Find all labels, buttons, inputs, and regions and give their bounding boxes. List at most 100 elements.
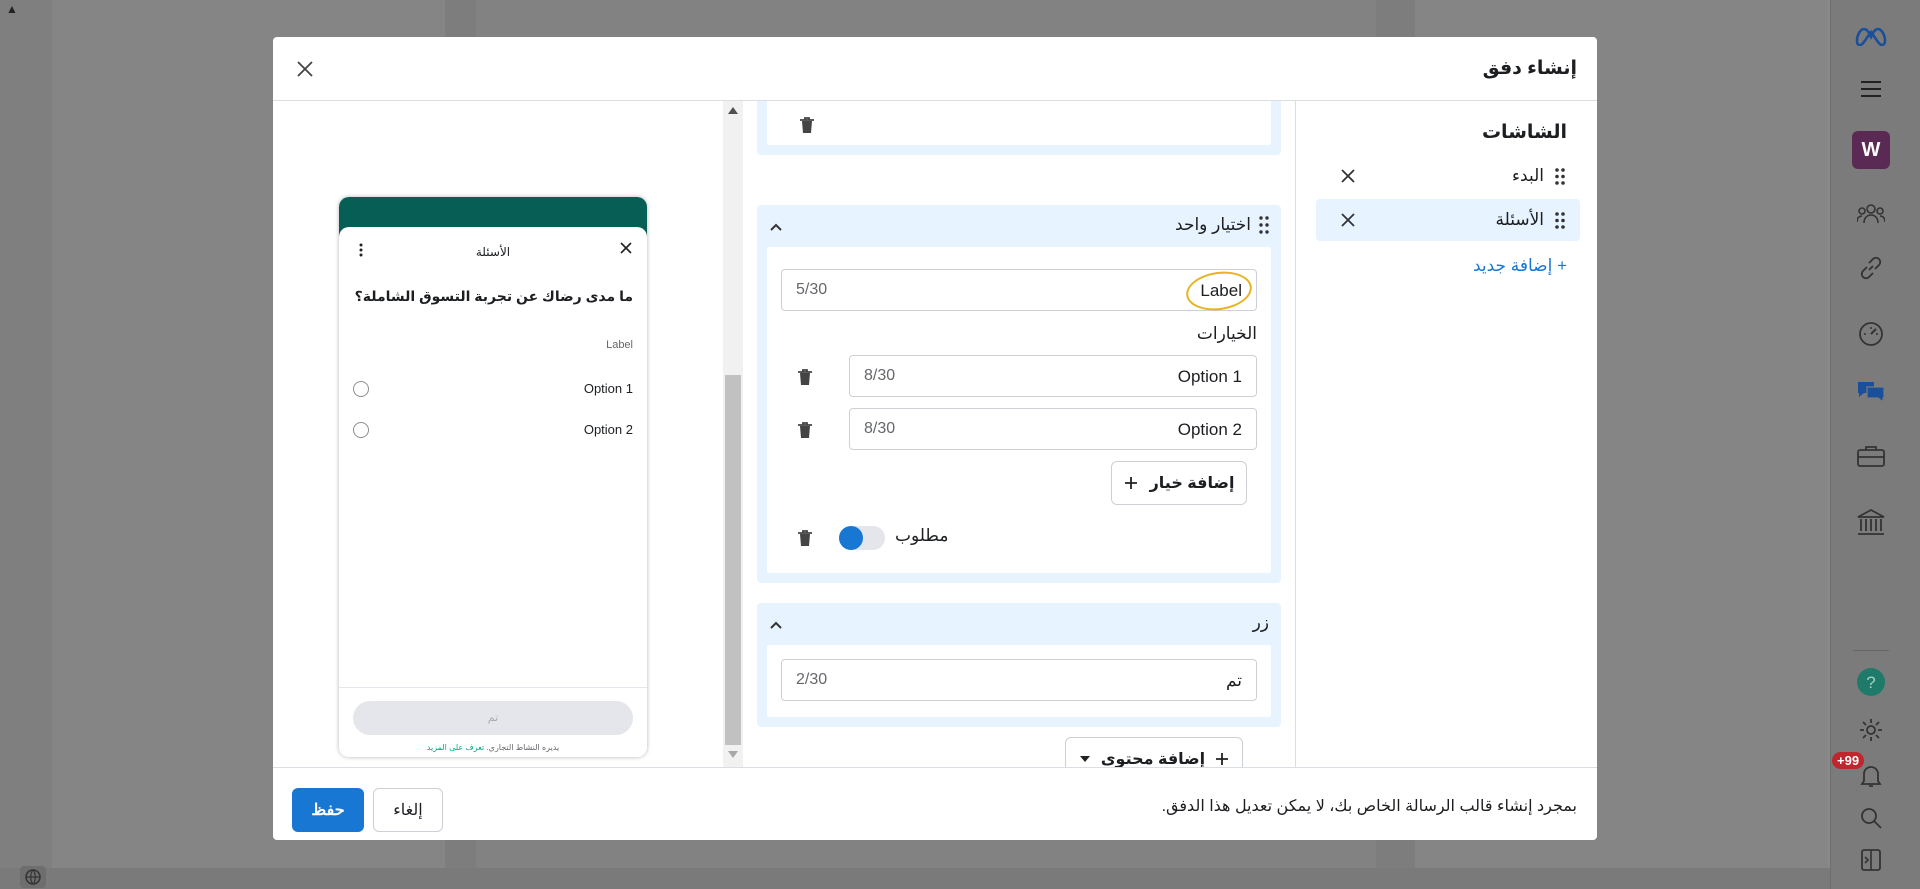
- bank-icon[interactable]: [1851, 502, 1891, 542]
- preview-option-label: Option 1: [583, 381, 633, 396]
- plus-icon: [1124, 477, 1137, 489]
- card-header: اختيار واحد: [1175, 215, 1269, 235]
- create-flow-dialog: إنشاء دفق الأسئلة ما مدى رضاك عن تجربة ا…: [273, 37, 1597, 840]
- chevron-up-icon[interactable]: [769, 617, 783, 629]
- preview-label: Label: [606, 339, 633, 351]
- chat-icon[interactable]: [1851, 372, 1891, 412]
- add-content-button[interactable]: إضافة محتوى: [1065, 737, 1243, 767]
- screens-heading: الشاشات: [1481, 122, 1567, 143]
- preview-done-button[interactable]: تم: [353, 701, 633, 735]
- scroll-up-arrow-icon[interactable]: [728, 107, 738, 114]
- plus-icon: [1216, 753, 1229, 765]
- speedometer-icon[interactable]: [1851, 314, 1891, 354]
- remove-icon[interactable]: [1338, 166, 1358, 186]
- screen-item-label: الأسئلة: [1495, 210, 1544, 229]
- dialog-footer: بمجرد إنشاء قالب الرسالة الخاص بك، لا يم…: [273, 767, 1597, 840]
- preview-footer-text: يديره النشاط التجاري.: [486, 743, 560, 752]
- flow-preview: الأسئلة ما مدى رضاك عن تجربة التسوق الشا…: [273, 101, 723, 767]
- background-left-strip: [0, 0, 52, 889]
- chevron-up-icon[interactable]: [769, 219, 783, 231]
- option-value: Option 1: [1177, 367, 1242, 386]
- char-counter: 8/30: [864, 420, 896, 437]
- trash-icon[interactable]: [797, 368, 813, 386]
- option-field[interactable]: Option 1 8/30: [849, 355, 1257, 397]
- char-counter: 2/30: [796, 671, 828, 688]
- card-header: زر: [1253, 613, 1269, 633]
- radio-button[interactable]: [353, 422, 369, 438]
- help-icon[interactable]: ?: [1851, 662, 1891, 702]
- preview-question: ما مدى رضاك عن تجربة التسوق الشاملة؟: [354, 288, 633, 304]
- phone-preview: الأسئلة ما مدى رضاك عن تجربة التسوق الشا…: [339, 197, 647, 757]
- globe-icon[interactable]: [20, 866, 46, 888]
- preview-divider: [339, 687, 647, 688]
- learn-more-link[interactable]: تعرف على المزيد: [427, 743, 484, 752]
- flow-sheet: الأسئلة ما مدى رضاك عن تجربة التسوق الشا…: [339, 227, 647, 757]
- required-toggle[interactable]: [839, 526, 885, 550]
- link-icon[interactable]: [1851, 248, 1891, 288]
- drag-handle-icon[interactable]: [1259, 216, 1269, 234]
- toggle-knob: [839, 526, 863, 550]
- footer-note: بمجرد إنشاء قالب الرسالة الخاص بك، لا يم…: [1161, 798, 1577, 815]
- preview-option[interactable]: Option 1: [353, 379, 633, 399]
- button-label-value: تم: [1225, 671, 1242, 690]
- remove-icon[interactable]: [1338, 210, 1358, 230]
- card-title: زر: [1252, 613, 1269, 632]
- save-button[interactable]: حفظ: [292, 788, 364, 832]
- dialog-header: إنشاء دفق: [273, 37, 1597, 101]
- options-heading: الخيارات: [1196, 324, 1257, 343]
- menu-icon[interactable]: [1851, 69, 1891, 109]
- trash-icon[interactable]: [799, 116, 815, 134]
- button-label-field[interactable]: تم 2/30: [781, 659, 1257, 701]
- add-option-label: إضافة خيار: [1149, 475, 1235, 492]
- notification-badge: +99: [1832, 752, 1865, 769]
- background-bottom-bar: [0, 868, 1830, 889]
- single-choice-card: اختيار واحد Label 5/30 الخيارات Option 1…: [757, 205, 1281, 583]
- preview-screen-title: الأسئلة: [475, 245, 511, 259]
- add-content-label: إضافة محتوى: [1100, 751, 1206, 767]
- cancel-button[interactable]: إلغاء: [373, 788, 443, 832]
- settings-icon[interactable]: [1851, 710, 1891, 750]
- radio-button[interactable]: [353, 381, 369, 397]
- add-option-button[interactable]: إضافة خيار: [1111, 461, 1247, 505]
- trash-icon[interactable]: [797, 529, 813, 547]
- screens-panel: الشاشات البدء الأسئلة + إضافة جديد: [1295, 101, 1597, 767]
- button-card: زر تم 2/30: [757, 603, 1281, 727]
- char-counter: 5/30: [796, 281, 828, 298]
- content-card-previous: [757, 101, 1281, 155]
- avatar[interactable]: W: [1851, 130, 1891, 170]
- rail-divider: [1853, 650, 1889, 651]
- option-field[interactable]: Option 2 8/30: [849, 408, 1257, 450]
- svg-text:?: ?: [1866, 673, 1875, 692]
- search-icon[interactable]: [1851, 798, 1891, 838]
- option-value: Option 2: [1177, 420, 1242, 439]
- caret-up-icon[interactable]: ▲: [6, 2, 18, 16]
- required-label: مطلوب: [895, 526, 949, 545]
- drag-handle-icon[interactable]: [1554, 212, 1566, 229]
- add-new-screen-link[interactable]: + إضافة جديد: [1473, 256, 1567, 276]
- screen-item-label: البدء: [1512, 166, 1544, 185]
- screen-item-questions[interactable]: الأسئلة: [1316, 199, 1580, 241]
- drag-handle-icon[interactable]: [1554, 168, 1566, 185]
- card-title: اختيار واحد: [1175, 215, 1251, 234]
- flow-editor: اختيار واحد Label 5/30 الخيارات Option 1…: [723, 101, 1295, 767]
- more-options-icon[interactable]: [359, 243, 363, 257]
- close-icon[interactable]: [293, 57, 317, 81]
- background-scroll-strip: [1800, 0, 1828, 889]
- meta-logo-icon[interactable]: [1851, 16, 1891, 56]
- people-icon[interactable]: [1851, 194, 1891, 234]
- highlight-annotation: [1183, 267, 1255, 315]
- scroll-down-arrow-icon[interactable]: [728, 751, 738, 758]
- preview-footer: يديره النشاط التجاري. تعرف على المزيد: [339, 743, 647, 752]
- card-body: Label 5/30 الخيارات Option 1 8/30 Option…: [767, 247, 1271, 573]
- dialog-title: إنشاء دفق: [1482, 58, 1577, 79]
- label-field[interactable]: Label 5/30: [781, 267, 1257, 315]
- editor-scrollbar[interactable]: [723, 101, 743, 767]
- preview-option[interactable]: Option 2: [353, 420, 633, 440]
- char-counter: 8/30: [864, 367, 896, 384]
- scrollbar-thumb[interactable]: [725, 375, 741, 745]
- panel-toggle-icon[interactable]: [1851, 840, 1891, 880]
- screen-item-start[interactable]: البدء: [1316, 155, 1580, 197]
- caret-down-icon: [1079, 756, 1090, 762]
- trash-icon[interactable]: [797, 421, 813, 439]
- briefcase-icon[interactable]: [1851, 436, 1891, 476]
